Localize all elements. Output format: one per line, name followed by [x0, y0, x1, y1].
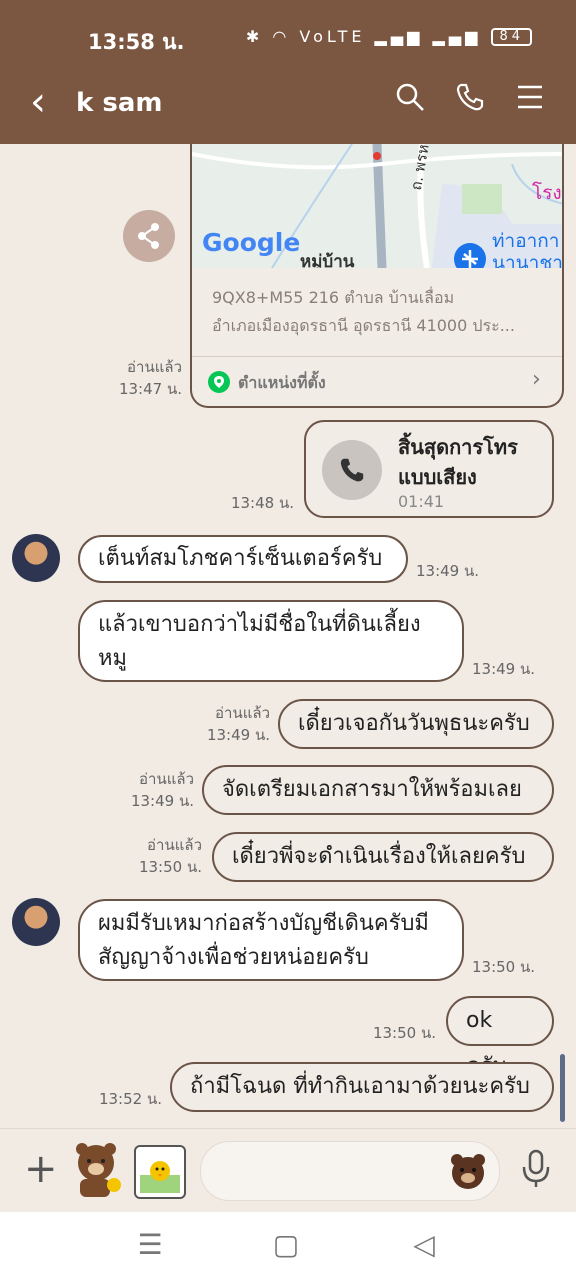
- message-bubble[interactable]: จัดเตรียมเอกสารมาให้พร้อมเลย: [202, 765, 554, 815]
- message-input[interactable]: [200, 1141, 500, 1201]
- message-meta: อ่านแล้ว 13:49 น.: [114, 768, 194, 812]
- microphone-icon[interactable]: [520, 1149, 552, 1189]
- location-link[interactable]: ตำแหน่งที่ตั้ง ›: [192, 356, 562, 406]
- scrollbar[interactable]: [560, 1054, 565, 1122]
- message-time: 13:47 น.: [118, 380, 182, 398]
- message-bubble[interactable]: ok ครับ: [446, 996, 554, 1079]
- message-time: 13:49 น.: [472, 660, 536, 678]
- search-icon[interactable]: [390, 82, 430, 122]
- message-time: 13:48 น.: [230, 494, 294, 512]
- message-line: แล้วเขาบอกว่าไม่มีชื่อในที่ดินเลี้ยง: [98, 612, 421, 637]
- read-status: อ่านแล้ว: [215, 704, 270, 722]
- map-label-airport: ท่าอากา นานาชา: [492, 230, 563, 268]
- map-preview[interactable]: Google หมู่บ้าน ถ. พรหมมุง ท่าอากา นานาช…: [192, 144, 563, 268]
- call-title: สิ้นสุดการโทร: [398, 435, 518, 459]
- phone-icon: [322, 440, 382, 500]
- sticker-icon[interactable]: [70, 1141, 124, 1199]
- message-bubble[interactable]: เต็นท์สมโภชคาร์เซ็นเตอร์ครับ: [78, 535, 408, 583]
- message-bubble[interactable]: เดี๋ยวพี่จะดำเนินเรื่องให้เลยครับ: [212, 832, 554, 882]
- call-duration: 01:41: [398, 492, 445, 511]
- system-nav-bar: ☰ ▢ ◁: [0, 1212, 576, 1280]
- google-logo: Google: [202, 228, 301, 257]
- gallery-icon[interactable]: [134, 1145, 186, 1199]
- message-line: หมู: [98, 646, 128, 671]
- address-line: อำเภอเมืองอุดรธานี อุดรธานี 41000 ประ...: [212, 316, 515, 335]
- message-time: 13:52 น.: [98, 1090, 162, 1108]
- address-line: 9QX8+M55 216 ตำบล บ้านเลื่อม: [212, 288, 455, 307]
- location-link-label: ตำแหน่งที่ตั้ง: [238, 373, 326, 392]
- map-label-school: โรง: [532, 182, 562, 204]
- map-label-village: หมู่บ้าน: [300, 252, 355, 268]
- emoji-icon[interactable]: [449, 1152, 487, 1190]
- message-time: 13:49 น.: [206, 726, 270, 744]
- chat-area[interactable]: อ่านแล้ว 13:47 น. Google หมู่บ้าน ถ. พรห…: [0, 144, 576, 1128]
- message-bubble[interactable]: ผมมีรับเหมาก่อสร้างบัญชีเดินครับมี สัญญา…: [78, 899, 464, 981]
- message-line: ผมมีรับเหมาก่อสร้างบัญชีเดินครับมี: [98, 911, 429, 936]
- message-meta: อ่านแล้ว 13:49 น.: [190, 702, 270, 746]
- location-card[interactable]: Google หมู่บ้าน ถ. พรหมมุง ท่าอากา นานาช…: [190, 144, 564, 408]
- location-address: 9QX8+M55 216 ตำบล บ้านเลื่อม อำเภอเมืองอ…: [212, 284, 548, 340]
- back-nav-icon[interactable]: ◁: [404, 1228, 444, 1261]
- plus-icon[interactable]: +: [24, 1141, 58, 1197]
- call-title: แบบเสียง: [398, 465, 477, 489]
- status-icons: ✱ ◠ VoLTE ▂▄▆ ▂▄▆ 84: [246, 27, 532, 46]
- message-time: 13:50 น.: [138, 858, 202, 876]
- chat-title: k sam: [76, 88, 163, 118]
- location-pin-icon: [208, 371, 230, 393]
- chat-header: ‹ k sam: [0, 64, 576, 144]
- input-bar: +: [0, 1128, 576, 1213]
- read-status: อ่านแล้ว: [147, 836, 202, 854]
- phone-icon[interactable]: [450, 82, 490, 122]
- status-time: 13:58 น.: [88, 30, 185, 54]
- message-time: 13:50 น.: [372, 1024, 436, 1042]
- chevron-right-icon: ›: [532, 367, 541, 392]
- message-bubble[interactable]: แล้วเขาบอกว่าไม่มีชื่อในที่ดินเลี้ยง หมู: [78, 600, 464, 682]
- share-icon[interactable]: [123, 210, 175, 262]
- message-meta: อ่านแล้ว 13:50 น.: [122, 834, 202, 878]
- home-icon[interactable]: ▢: [266, 1228, 306, 1261]
- battery-icon: 84: [491, 27, 532, 46]
- location-meta: อ่านแล้ว 13:47 น.: [100, 356, 182, 400]
- status-bar: 13:58 น. ✱ ◠ VoLTE ▂▄▆ ▂▄▆ 84: [0, 0, 576, 64]
- message-time: 13:49 น.: [130, 792, 194, 810]
- avatar[interactable]: [12, 534, 60, 582]
- menu-icon[interactable]: [510, 82, 550, 122]
- signal-indicators: ✱ ◠ VoLTE ▂▄▆ ▂▄▆: [245, 27, 482, 46]
- message-line: สัญญาจ้างเพื่อช่วยหน่อยครับ: [98, 945, 369, 970]
- back-icon[interactable]: ‹: [30, 82, 46, 122]
- message-bubble[interactable]: เดี๋ยวเจอกันวันพุธนะครับ: [278, 699, 554, 749]
- read-status: อ่านแล้ว: [139, 770, 194, 788]
- message-bubble[interactable]: ถ้ามีโฉนด ที่ทำกินเอามาด้วยนะครับ: [170, 1062, 554, 1112]
- avatar[interactable]: [12, 898, 60, 946]
- recent-apps-icon[interactable]: ☰: [130, 1228, 170, 1261]
- call-ended-bubble[interactable]: สิ้นสุดการโทร แบบเสียง 01:41: [304, 420, 554, 518]
- message-time: 13:50 น.: [472, 958, 536, 976]
- message-time: 13:49 น.: [416, 562, 480, 580]
- read-status: อ่านแล้ว: [127, 358, 182, 376]
